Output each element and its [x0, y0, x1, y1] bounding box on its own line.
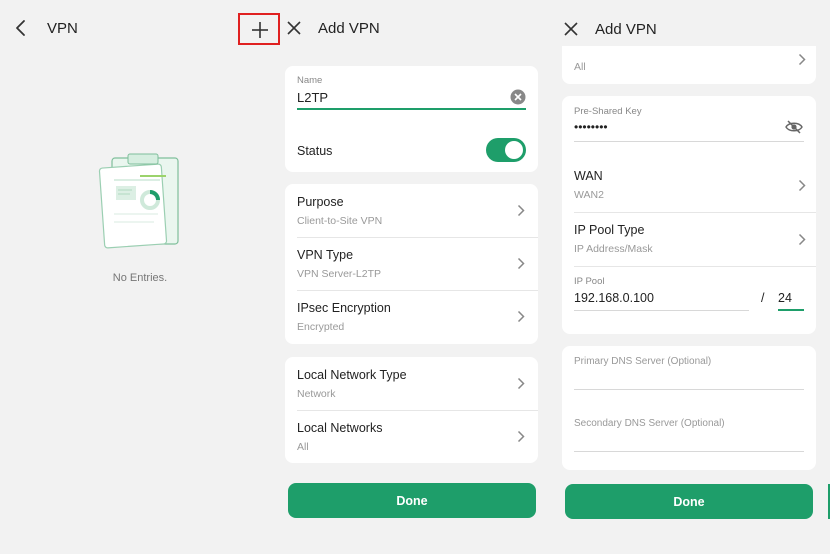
psk-input[interactable]: ••••••••	[574, 120, 608, 134]
name-input[interactable]: L2TP	[297, 90, 328, 105]
psk-label: Pre-Shared Key	[574, 106, 642, 117]
chevron-right-icon	[517, 377, 525, 390]
primary-dns-input[interactable]: Primary DNS Server (Optional)	[574, 356, 711, 367]
chevron-right-icon	[798, 53, 806, 66]
mask-separator: /	[761, 291, 765, 305]
chevron-right-icon	[517, 204, 525, 217]
local-networks-card-partial[interactable]: All	[562, 46, 816, 84]
local-networks-value: All	[574, 61, 586, 73]
add-vpn-screen-scrolled: Add VPN All Pre-Shared Key •••••••• WAN …	[558, 0, 830, 554]
ip-pool-type-label: IP Pool Type	[574, 223, 645, 237]
vpn-type-row[interactable]: VPN Type VPN Server-L2TP	[285, 237, 538, 290]
chevron-right-icon	[798, 179, 806, 192]
ipsec-label: IPsec Encryption	[297, 301, 391, 315]
purpose-label: Purpose	[297, 195, 344, 209]
clear-input-icon[interactable]	[510, 89, 526, 105]
chevron-right-icon	[517, 430, 525, 443]
local-network-type-row[interactable]: Local Network Type Network	[285, 357, 538, 410]
done-button[interactable]: Done	[565, 484, 813, 519]
local-networks-value: All	[297, 441, 309, 453]
local-network-type-label: Local Network Type	[297, 368, 407, 382]
page-title: Add VPN	[595, 21, 657, 38]
ip-pool-input[interactable]: 192.168.0.100	[574, 291, 654, 305]
name-underline	[297, 108, 526, 110]
chevron-right-icon	[517, 257, 525, 270]
ipsec-encryption-row[interactable]: IPsec Encryption Encrypted	[285, 290, 538, 344]
basic-card: Name L2TP Status	[285, 66, 538, 172]
eye-off-icon[interactable]	[785, 120, 803, 134]
server-settings-card: Pre-Shared Key •••••••• WAN WAN2 IP Pool…	[562, 96, 816, 334]
local-networks-row[interactable]: Local Networks All	[285, 410, 538, 463]
local-networks-label: Local Networks	[297, 421, 383, 435]
local-network-type-value: Network	[297, 388, 336, 400]
page-title: Add VPN	[318, 20, 380, 37]
close-icon[interactable]	[564, 22, 578, 36]
empty-state-text: No Entries.	[112, 272, 168, 284]
name-label: Name	[297, 75, 323, 86]
status-toggle[interactable]	[486, 138, 526, 162]
close-icon[interactable]	[287, 21, 301, 35]
vpn-type-value: VPN Server-L2TP	[297, 268, 382, 280]
add-vpn-button[interactable]	[238, 13, 280, 45]
add-vpn-screen-top: Add VPN Name L2TP Status Purpose Client-…	[280, 0, 542, 554]
mask-input[interactable]: 24	[778, 291, 792, 305]
ip-pool-type-value: IP Address/Mask	[574, 243, 653, 255]
ip-pool-label: IP Pool	[574, 276, 605, 287]
purpose-row[interactable]: Purpose Client-to-Site VPN	[285, 184, 538, 237]
wan-value: WAN2	[574, 189, 604, 201]
ip-pool-type-row[interactable]: IP Pool Type IP Address/Mask	[562, 212, 816, 266]
wan-label: WAN	[574, 169, 603, 183]
chevron-right-icon	[517, 310, 525, 323]
dns-card: Primary DNS Server (Optional) Secondary …	[562, 346, 816, 470]
plus-icon	[252, 22, 268, 38]
empty-clipboard-icon	[98, 153, 179, 249]
secondary-dns-input[interactable]: Secondary DNS Server (Optional)	[574, 418, 725, 429]
ipsec-value: Encrypted	[297, 321, 345, 333]
local-network-card: Local Network Type Network Local Network…	[285, 357, 538, 463]
wan-row[interactable]: WAN WAN2	[562, 158, 816, 212]
vpn-settings-card: Purpose Client-to-Site VPN VPN Type VPN …	[285, 184, 538, 344]
vpn-type-label: VPN Type	[297, 248, 354, 262]
back-arrow-icon[interactable]	[14, 19, 28, 37]
status-label: Status	[297, 144, 333, 158]
done-button[interactable]: Done	[288, 483, 536, 518]
vpn-list-screen: VPN No Entries.	[0, 0, 280, 554]
purpose-value: Client-to-Site VPN	[297, 215, 383, 227]
chevron-right-icon	[798, 233, 806, 246]
page-title: VPN	[47, 20, 78, 37]
